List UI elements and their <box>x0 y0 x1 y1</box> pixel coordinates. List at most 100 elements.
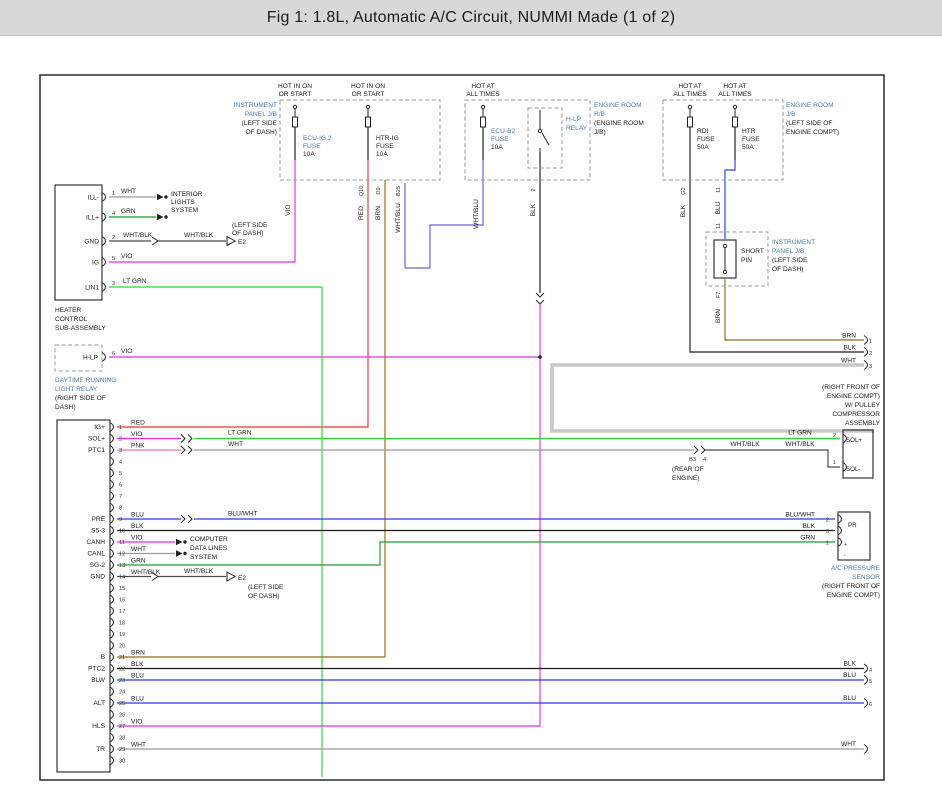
component-label: HEATER <box>55 307 81 314</box>
connector-code: 4 <box>703 457 706 463</box>
pin-number: 6 <box>112 351 115 357</box>
pin-text: WHT/BLK <box>131 569 161 576</box>
pin-text: 19 <box>119 632 125 638</box>
engine-room-jb-box <box>663 100 783 180</box>
location-label: OF DASH) <box>232 230 264 237</box>
short-pin-label: PIN <box>741 257 752 264</box>
connector-code: 11 <box>716 187 722 193</box>
component-label: PANEL J/B <box>772 248 805 255</box>
wire-label-vertical: VIO <box>285 204 292 215</box>
location-label: (LEFT SIDE <box>248 584 284 591</box>
pin-text: 8 <box>119 506 122 512</box>
pin-text: 28 <box>119 736 125 742</box>
pin-text: BLW <box>91 677 106 684</box>
system-label: SYSTEM <box>190 554 217 561</box>
wire-whtblu <box>405 160 483 268</box>
component-label: OF DASH) <box>245 129 277 136</box>
wire-label: WHT/BLK <box>730 441 760 448</box>
pin-text: 27 <box>119 724 125 730</box>
component-label: CONTROL <box>55 316 88 323</box>
pin-number: 3 <box>112 281 115 287</box>
component-label: DAYTIME RUNNING <box>55 377 116 384</box>
pin-text: B <box>101 654 106 661</box>
wire-label: VIO <box>121 253 132 260</box>
ground-code: E2 <box>238 575 246 582</box>
component-label: (LEFT SIDE OF <box>786 120 832 127</box>
pin-text: 14 <box>119 575 125 581</box>
pin-text: 3 <box>119 448 122 454</box>
component-label: ENGINE COMPT) <box>786 129 839 136</box>
dot-icon <box>164 195 167 198</box>
connector-code: 2 <box>531 188 537 191</box>
pin-text: 6 <box>119 483 122 489</box>
wire-label: BLK <box>844 661 857 668</box>
pin-text: VIO <box>131 535 142 542</box>
pin-bracket <box>864 361 868 370</box>
fuse-rating: 50A <box>697 144 709 151</box>
location-label: ASSEMBLY <box>845 420 881 427</box>
wire-label: LT GRN <box>228 430 252 437</box>
pin-text: 17 <box>119 609 125 615</box>
location-label: OF DASH) <box>248 593 280 600</box>
fuse-label: HTR-IG <box>376 135 399 142</box>
fuse-label: ECU-IG 2 <box>303 135 332 142</box>
hot-label: HOT IN ON <box>278 83 312 90</box>
pin-bracket <box>864 336 868 345</box>
fuse-rating: 10A <box>303 151 315 158</box>
wire-label: LT GRN <box>123 278 147 285</box>
component-label: (RIGHT SIDE OF <box>55 395 106 402</box>
component-label: SUB-ASSEMBLY <box>55 325 106 332</box>
wire-label: WHT/BLK <box>184 568 214 575</box>
hot-label: ALL TIMES <box>466 91 500 98</box>
fuse-element <box>688 117 693 127</box>
component-pin-label: SOL- <box>846 466 860 473</box>
pin-text: TR <box>96 746 105 753</box>
component-label: PANEL J/B <box>245 111 278 118</box>
location-label: ENGINE COMPT) <box>827 393 880 400</box>
pin-brackets <box>102 193 868 754</box>
connector-code: 11 <box>716 223 722 229</box>
pin-bracket <box>864 699 868 708</box>
pin-text: BLU <box>131 512 144 519</box>
wire-label: BRN <box>842 333 856 340</box>
hot-label: ALL TIMES <box>718 91 752 98</box>
pin-text: S5-3 <box>91 528 105 535</box>
component-pin-label: SOL+ <box>846 437 862 444</box>
wire-label: WHT <box>841 358 856 365</box>
wire-label: BLU <box>843 695 856 702</box>
location-label: W/ PULLEY <box>845 402 881 409</box>
fuse-element <box>293 117 298 127</box>
pin-text: 15 <box>119 586 125 592</box>
wires <box>109 127 874 777</box>
component-label: DASH) <box>55 404 76 411</box>
ground-code: E2 <box>238 239 246 246</box>
pin-text: 29 <box>119 747 125 753</box>
wire-label-vertical: WHT/BLU <box>395 203 402 233</box>
pin-number: 2 <box>869 351 872 357</box>
wire-label: WHT/BLK <box>785 441 815 448</box>
location-label: (REAR OF <box>672 466 704 473</box>
component-label: ENGINE ROOM <box>594 102 642 109</box>
component-label: A/C PRESSURE <box>831 565 881 572</box>
dot-icon <box>164 215 167 218</box>
pin-text: 18 <box>119 621 125 627</box>
wire-label: WHT/BLK <box>184 232 214 239</box>
component-label: INSTRUMENT <box>234 102 277 109</box>
pin-text: 11 <box>119 540 125 546</box>
pr-box <box>838 512 870 560</box>
fuse-terminal <box>481 105 484 108</box>
inline-connector-icon <box>181 435 192 443</box>
relay-label: H-LP <box>566 116 582 123</box>
pin-number: 1 <box>833 460 836 466</box>
pin-number: 5 <box>869 679 872 685</box>
hot-label: ALL TIMES <box>673 91 707 98</box>
location-label: COMPRESSOR <box>832 411 880 418</box>
pin-number: 4 <box>112 211 115 217</box>
pin-label: GND <box>84 239 99 246</box>
system-label: SYSTEM <box>171 207 198 214</box>
pin-text: WHT <box>131 546 146 553</box>
component-pin-label: + <box>844 542 847 548</box>
wire-label: VIO <box>121 348 132 355</box>
connector-code: Q10 <box>359 186 365 197</box>
wire-label: WHT <box>121 188 136 195</box>
